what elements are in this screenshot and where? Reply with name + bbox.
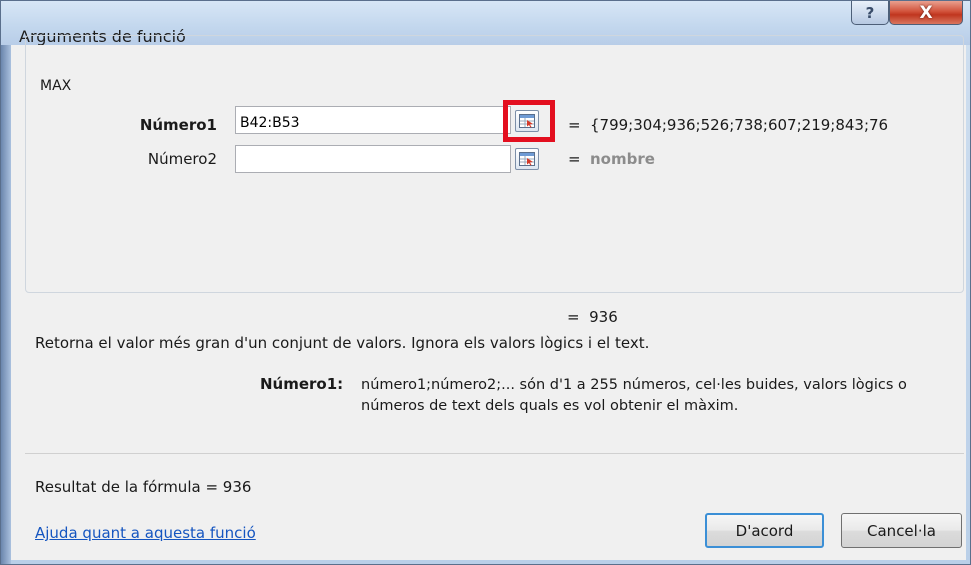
arg2-equals: = <box>568 150 581 168</box>
arg2-ref-button[interactable] <box>515 148 539 170</box>
divider <box>25 453 964 454</box>
function-arguments-dialog: Arguments de funció ? X MAX Número1 = {7… <box>0 0 971 565</box>
help-button[interactable]: ? <box>851 1 889 25</box>
function-name-label: MAX <box>37 78 75 94</box>
collapse-dialog-icon <box>519 152 535 166</box>
window-frame-left <box>1 45 11 564</box>
ok-button[interactable]: D'acord <box>705 513 824 548</box>
arg1-value-preview: {799;304;936;526;738;607;219;843;76 <box>590 116 889 134</box>
function-description: Retorna el valor més gran d'un conjunt d… <box>35 334 650 352</box>
param-help-name: Número1: <box>260 375 344 393</box>
result-value: 936 <box>589 308 618 326</box>
arg1-label: Número1 <box>139 116 217 134</box>
arg1-equals: = <box>568 116 581 134</box>
help-link[interactable]: Ajuda quant a aquesta funció <box>35 524 256 542</box>
arg2-label: Número2 <box>147 150 217 168</box>
arg2-input[interactable] <box>235 145 511 173</box>
highlight-marker <box>503 100 555 142</box>
result-equals: = <box>567 308 580 326</box>
close-button[interactable]: X <box>889 1 963 25</box>
arg1-input[interactable] <box>235 106 511 134</box>
arg2-type-hint: nombre <box>590 150 655 168</box>
cancel-button[interactable]: Cancel·la <box>841 513 962 548</box>
close-icon: X <box>919 2 933 23</box>
function-result: = 936 <box>567 308 618 326</box>
formula-result: Resultat de la fórmula = 936 <box>35 478 252 496</box>
param-help-text: número1;número2;... són d'1 a 255 número… <box>361 377 907 414</box>
question-icon: ? <box>865 3 875 22</box>
